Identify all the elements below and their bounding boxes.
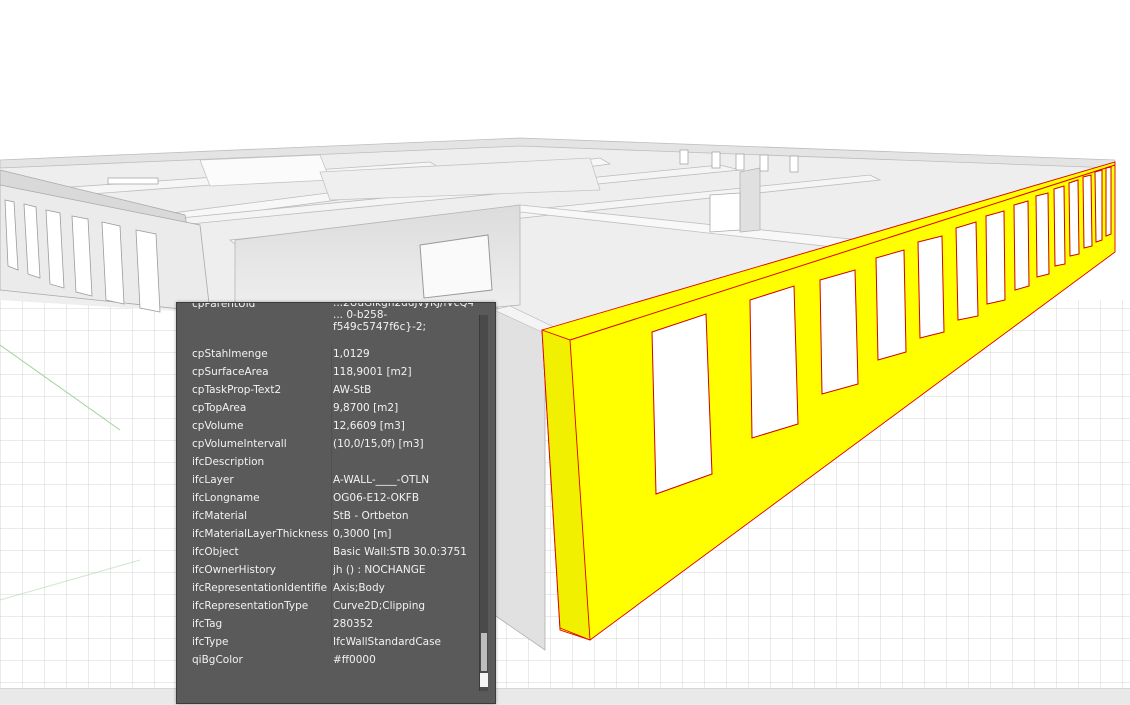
property-value: AW-StB — [333, 384, 372, 396]
property-value: ...2UuGlkgh2ddJvyKJ/lVcQ42 ... 0-b258-f5… — [333, 302, 473, 333]
property-value — [333, 453, 473, 471]
property-value: IfcWallStandardCase — [333, 636, 442, 648]
property-key: cpVolumeIntervall — [192, 438, 287, 450]
property-key: ifcTag — [192, 618, 223, 630]
scrollbar-end[interactable] — [480, 673, 488, 687]
property-key: cpVolume — [192, 420, 244, 432]
property-value: jh () : NOCHANGE — [333, 564, 426, 576]
property-key: ifcMaterialLayerThickness — [192, 528, 328, 540]
property-key: ifcRepresentationIdentifier — [192, 582, 328, 594]
property-key: ifcDescription — [192, 456, 265, 468]
property-value: 9,8700 [m2] — [333, 402, 399, 414]
property-value: A-WALL-____-OTLN — [333, 474, 430, 486]
property-value: OG06-E12-OKFB — [333, 492, 420, 504]
status-bar — [0, 688, 1130, 705]
property-key: ifcOwnerHistory — [192, 564, 277, 576]
scrollbar-thumb[interactable] — [481, 633, 487, 671]
property-value: 1,0129 — [333, 348, 370, 360]
property-key: cpStahlmenge — [192, 348, 268, 360]
3d-viewport[interactable] — [0, 0, 1130, 704]
property-key: cpSurfaceArea — [192, 366, 269, 378]
property-value: 12,6609 [m3] — [333, 420, 405, 432]
properties-scrollbar[interactable] — [479, 315, 488, 691]
property-key: qiBgColor — [192, 654, 243, 666]
property-value: (10,0/15,0f) [m3] — [333, 438, 424, 450]
property-value: Curve2D;Clipping — [333, 600, 426, 612]
property-key: cpParentUid — [192, 302, 256, 310]
property-key: ifcLayer — [192, 474, 234, 486]
property-key: ifcRepresentationType — [192, 600, 309, 612]
property-value: Axis;Body — [333, 582, 385, 594]
property-value: Basic Wall:STB 30.0:3751 — [333, 546, 467, 558]
property-key: ifcLongname — [192, 492, 260, 504]
property-key: ifcMaterial — [192, 510, 248, 522]
properties-panel[interactable]: cpParentUid ...2UuGlkgh2ddJvyKJ/lVcQ42 .… — [176, 302, 496, 704]
property-value: 118,9001 [m2] — [333, 366, 412, 378]
property-value: 280352 — [333, 618, 374, 630]
property-key: cpTopArea — [192, 402, 247, 414]
property-value: 0,3000 [m] — [333, 528, 392, 540]
property-key: ifcObject — [192, 546, 239, 558]
property-key: cpTaskProp-Text2 — [192, 384, 282, 396]
property-key: ifcType — [192, 636, 229, 648]
property-value: #ff0000 — [333, 654, 376, 666]
property-value: StB - Ortbeton — [333, 510, 409, 522]
property-row[interactable]: cpParentUid ...2UuGlkgh2ddJvyKJ/lVcQ42 .… — [187, 302, 473, 339]
